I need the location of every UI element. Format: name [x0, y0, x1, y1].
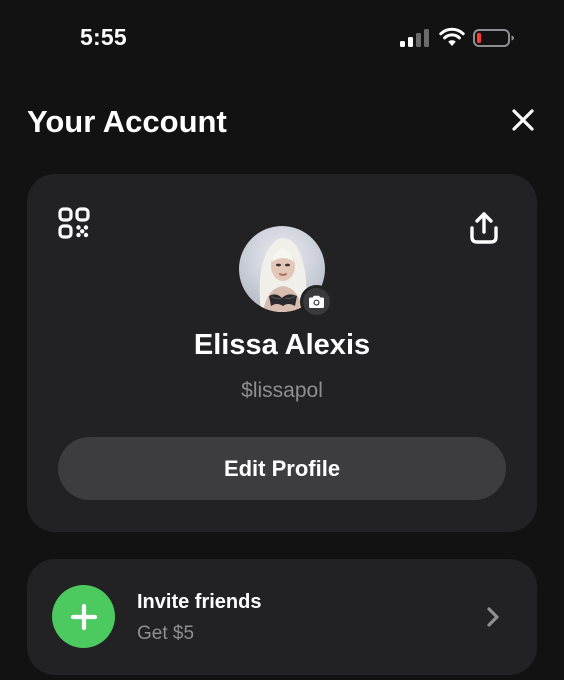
edit-profile-label: Edit Profile [223, 455, 341, 481]
wifi-icon [439, 27, 465, 46]
profile-cashtag: $lissapol [241, 379, 323, 402]
edit-profile-button[interactable]: Edit Profile [58, 437, 506, 500]
invite-subtitle: Get $5 [137, 623, 195, 644]
camera-icon [309, 295, 324, 308]
invite-friends-row[interactable]: Invite friends Get $5 [27, 559, 537, 675]
close-button[interactable] [507, 104, 539, 136]
avatar-container[interactable] [239, 226, 333, 318]
close-icon [512, 109, 534, 131]
plus-icon [70, 603, 97, 630]
status-time: 5:55 [80, 24, 127, 50]
invite-plus-badge [52, 585, 115, 648]
status-bar: 5:55 [0, 0, 564, 80]
profile-name: Elissa Alexis [193, 329, 371, 361]
cellular-signal-icon [400, 29, 432, 47]
invite-title: Invite friends [137, 591, 262, 613]
page-title: Your Account [27, 104, 227, 139]
chevron-right-icon [487, 607, 499, 627]
battery-low-icon [473, 29, 514, 47]
change-photo-button[interactable] [300, 285, 333, 318]
profile-card: Elissa Alexis $lissapol Edit Profile [27, 174, 537, 532]
share-icon[interactable] [468, 211, 500, 245]
qr-code-icon[interactable] [58, 207, 90, 239]
